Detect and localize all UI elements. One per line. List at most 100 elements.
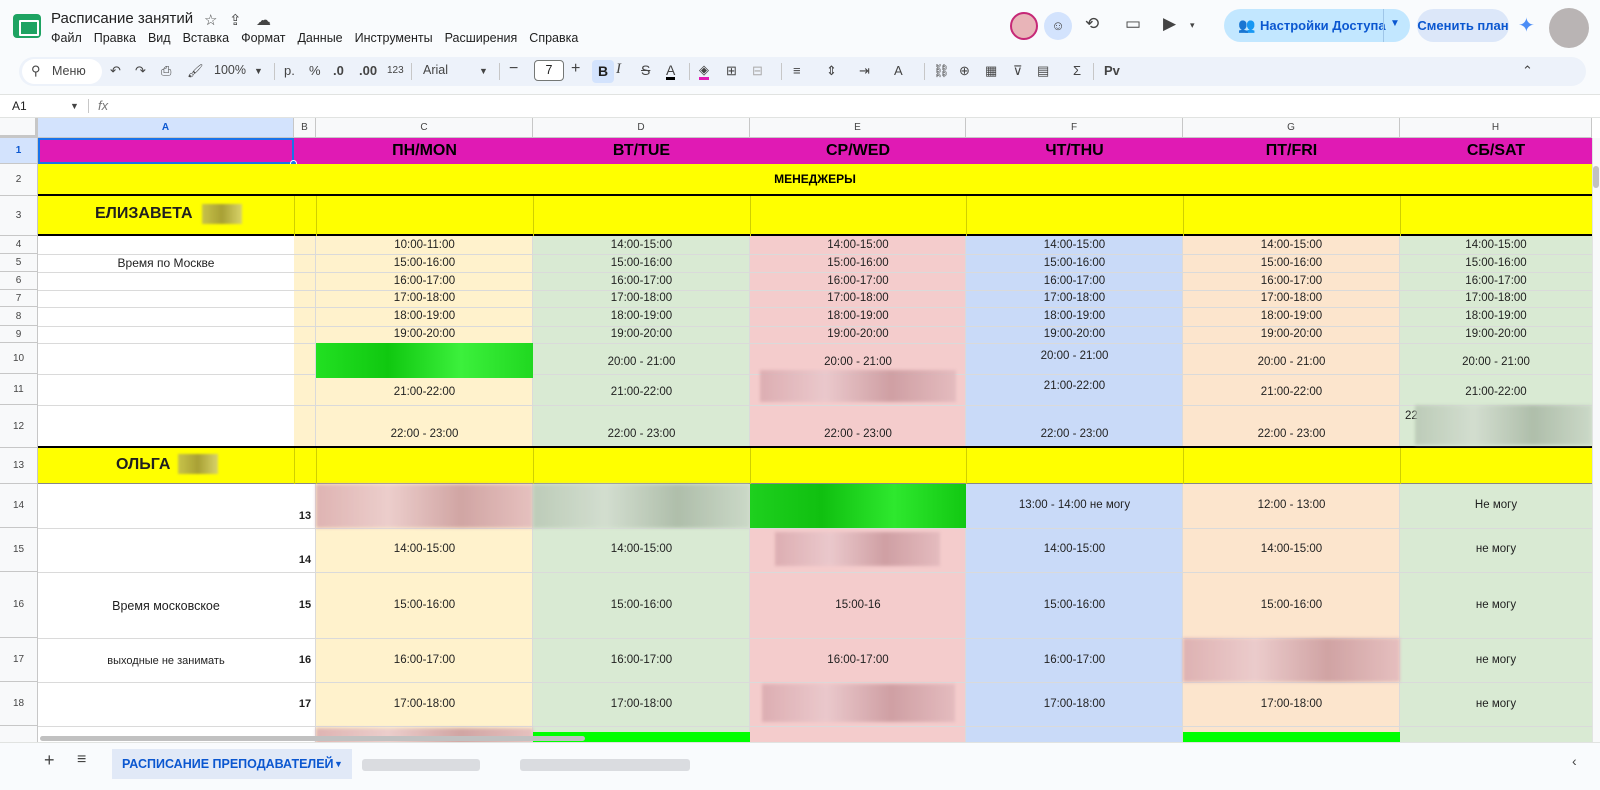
menu-file[interactable]: Файл: [51, 31, 82, 45]
row-header[interactable]: 2: [0, 164, 38, 196]
time-slot[interactable]: 20:00 - 21:00: [533, 356, 750, 372]
sheet-tab-redacted[interactable]: [362, 759, 480, 771]
share-button[interactable]: 👥 Настройки Доступа ▼: [1224, 9, 1410, 42]
time-slot[interactable]: 14:00-15:00: [966, 543, 1183, 555]
formula-input[interactable]: [118, 95, 1578, 117]
time-slot[interactable]: 21:00-22:00: [1400, 386, 1592, 402]
menu-data[interactable]: Данные: [297, 31, 342, 45]
time-slot[interactable]: 17:00-18:00: [750, 290, 966, 307]
time-slot[interactable]: 18:00-19:00: [966, 307, 1183, 326]
time-slot[interactable]: 16:00-17:00: [750, 272, 966, 290]
row-header[interactable]: 4: [0, 236, 38, 254]
time-slot[interactable]: 17:00-18:00: [533, 698, 750, 710]
time-slot[interactable]: 18:00-19:00: [533, 307, 750, 326]
fill-color-icon[interactable]: ◈: [699, 63, 709, 80]
document-title[interactable]: Расписание занятий: [51, 10, 193, 27]
time-slot[interactable]: 14:00-15:00: [533, 236, 750, 254]
filter-icon[interactable]: ⊽: [1013, 63, 1023, 79]
horizontal-scroll-thumb[interactable]: [40, 736, 585, 741]
column-header-e[interactable]: E: [750, 118, 966, 138]
time-slot[interactable]: 15:00-16:00: [316, 254, 533, 272]
hour-number[interactable]: 16: [294, 654, 316, 666]
undo-icon[interactable]: ↶: [110, 63, 121, 79]
spreadsheet-grid[interactable]: A B C D E F G H 1 2 3 4 5 6 7 8 9 10 11 …: [0, 118, 1600, 742]
all-sheets-icon[interactable]: ≡: [77, 751, 86, 769]
vertical-align-icon[interactable]: ⇕: [826, 63, 837, 79]
time-slot[interactable]: 14:00-15:00: [966, 236, 1183, 254]
font-size-increase-icon[interactable]: +: [571, 60, 580, 78]
timezone-note[interactable]: Время по Москве: [38, 254, 294, 272]
header-tue[interactable]: ВТ/TUE: [533, 138, 750, 164]
time-slot[interactable]: 20:00 - 21:00: [1400, 356, 1592, 372]
profile-avatar[interactable]: [1549, 8, 1589, 48]
functions-icon[interactable]: Σ: [1073, 63, 1081, 78]
hour-number[interactable]: 15: [294, 599, 316, 611]
menu-extensions[interactable]: Расширения: [445, 31, 518, 45]
time-slot[interactable]: 22:00 - 23:00: [316, 428, 533, 444]
gemini-icon[interactable]: ✦: [1518, 13, 1535, 38]
vertical-scroll-thumb[interactable]: [1593, 166, 1599, 188]
teacher-name-olga[interactable]: ОЛЬГА: [116, 456, 170, 474]
time-slot[interactable]: Не могу: [1400, 499, 1592, 511]
row-header[interactable]: 5: [0, 254, 38, 272]
managers-label[interactable]: МЕНЕДЖЕРЫ: [38, 164, 1592, 194]
teacher-name-elizaveta[interactable]: ЕЛИЗАВЕТА: [95, 205, 193, 223]
weekend-note[interactable]: выходные не занимать: [38, 655, 294, 667]
time-slot[interactable]: 15:00-16:00: [533, 599, 750, 611]
time-slot[interactable]: не могу: [1400, 654, 1592, 666]
time-slot[interactable]: не могу: [1400, 698, 1592, 710]
time-slot[interactable]: 19:00-20:00: [316, 326, 533, 343]
column-header-b[interactable]: B: [294, 118, 316, 138]
time-slot[interactable]: 15:00-16:00: [533, 254, 750, 272]
time-slot[interactable]: 19:00-20:00: [1183, 326, 1400, 343]
column-header-h[interactable]: H: [1400, 118, 1592, 138]
time-slot[interactable]: 21:00-22:00: [966, 380, 1183, 396]
header-sat[interactable]: СБ/SAT: [1400, 138, 1592, 164]
time-slot[interactable]: 19:00-20:00: [533, 326, 750, 343]
header-wed[interactable]: СР/WED: [750, 138, 966, 164]
scroll-tabs-left-icon[interactable]: ‹: [1572, 753, 1577, 769]
menu-edit[interactable]: Правка: [94, 31, 136, 45]
sheets-logo-icon[interactable]: [13, 14, 41, 38]
time-slot[interactable]: 19:00-20:00: [750, 326, 966, 343]
share-dropdown-icon[interactable]: ▼: [1390, 18, 1400, 29]
cloud-status-icon[interactable]: ☁: [256, 11, 271, 29]
row-header[interactable]: 17: [0, 638, 38, 682]
redo-icon[interactable]: ↷: [135, 63, 146, 79]
row-header[interactable]: 11: [0, 374, 38, 405]
time-slot[interactable]: 15:00-16: [750, 599, 966, 611]
collapse-toolbar-icon[interactable]: ⌃: [1522, 63, 1533, 79]
header-fri[interactable]: ПТ/FRI: [1183, 138, 1400, 164]
paint-format-icon[interactable]: 🖌: [187, 63, 204, 79]
time-slot[interactable]: 16:00-17:00: [1183, 272, 1400, 290]
time-slot[interactable]: 12:00 - 13:00: [1183, 499, 1400, 511]
row-header[interactable]: 16: [0, 572, 38, 638]
time-slot[interactable]: 17:00-18:00: [316, 698, 533, 710]
time-slot[interactable]: 15:00-16:00: [1183, 599, 1400, 611]
row-header[interactable]: 13: [0, 448, 38, 484]
history-icon[interactable]: ⟲: [1085, 14, 1099, 34]
column-header-f[interactable]: F: [966, 118, 1183, 138]
time-slot[interactable]: 21:00-22:00: [533, 386, 750, 402]
time-slot[interactable]: 14:00-15:00: [750, 236, 966, 254]
decrease-decimal-button[interactable]: .0: [333, 63, 344, 78]
selected-cell-a1[interactable]: [38, 138, 294, 164]
menu-help[interactable]: Справка: [529, 31, 578, 45]
row-header[interactable]: 3: [0, 196, 38, 236]
name-box[interactable]: A1: [12, 99, 27, 113]
row-header[interactable]: 14: [0, 484, 38, 528]
font-size-decrease-icon[interactable]: −: [509, 60, 518, 78]
menu-format[interactable]: Формат: [241, 31, 285, 45]
time-slot[interactable]: 15:00-16:00: [966, 599, 1183, 611]
currency-format-button[interactable]: р.: [284, 63, 295, 78]
time-slot[interactable]: 16:00-17:00: [316, 272, 533, 290]
row-header[interactable]: 8: [0, 307, 38, 326]
time-slot[interactable]: 13:00 - 14:00 не могу: [966, 499, 1183, 511]
time-slot[interactable]: 14:00-15:00: [1183, 543, 1400, 555]
print-icon[interactable]: ⎙: [161, 63, 171, 79]
time-slot[interactable]: 22:00 - 23:00: [1183, 428, 1400, 444]
row-header[interactable]: 12: [0, 405, 38, 448]
row-header[interactable]: 9: [0, 326, 38, 343]
time-slot[interactable]: 17:00-18:00: [533, 290, 750, 307]
move-icon[interactable]: ⇪: [229, 11, 242, 29]
